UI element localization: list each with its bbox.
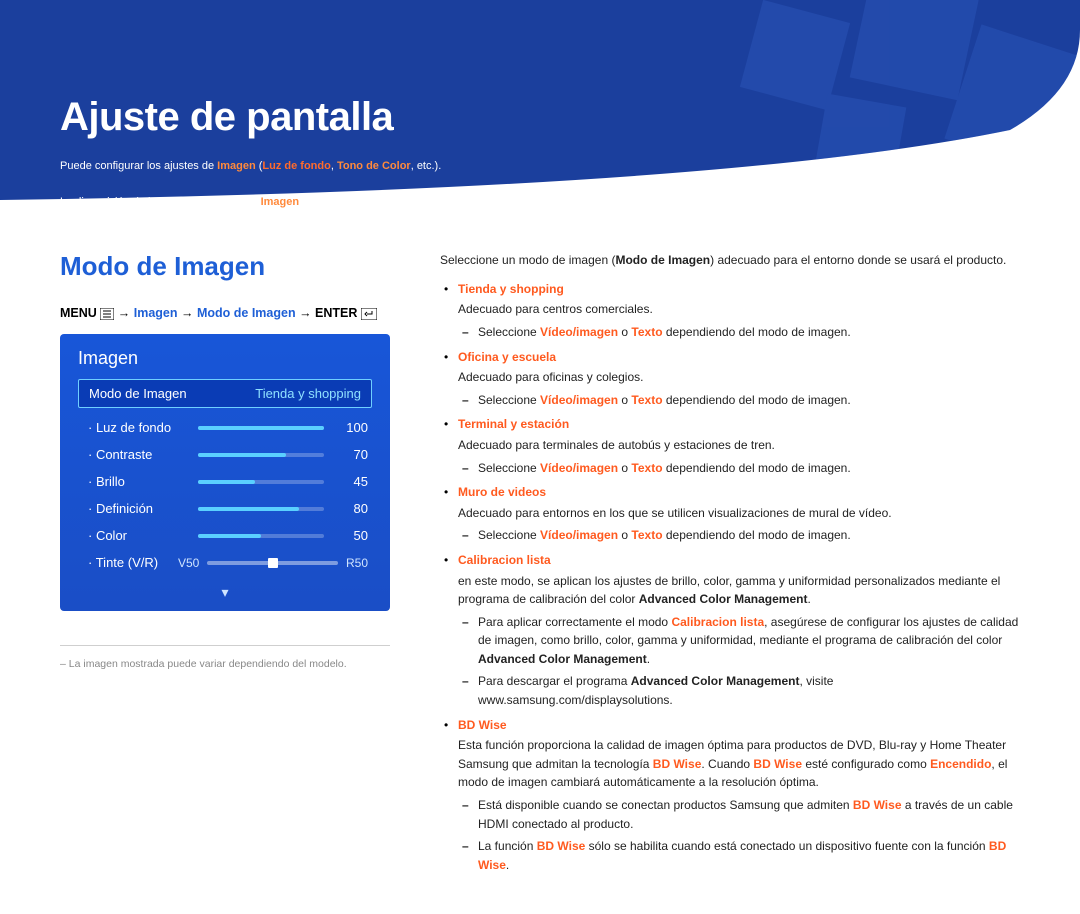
menu-path: MENU → Imagen → Modo de Imagen → ENTER (60, 306, 390, 320)
intro-text: Seleccione un modo de imagen (Modo de Im… (440, 251, 1020, 270)
separator (60, 645, 390, 646)
osd-slider-row[interactable]: · Contraste70 (78, 441, 372, 468)
mode-name: BD Wise (458, 716, 1020, 735)
menu-icon (100, 308, 114, 320)
mode-sub-item: Para descargar el programa Advanced Colo… (458, 672, 1020, 709)
osd-title: Imagen (78, 348, 372, 369)
mode-item: Calibracion lista en este modo, se aplica… (440, 551, 1020, 710)
osd-scroll-down-icon[interactable]: ▾ (78, 576, 372, 601)
mode-sub-item: Seleccione Vídeo/imagen o Texto dependie… (458, 391, 1020, 410)
mode-item: Oficina y escuelaAdecuado para oficinas … (440, 348, 1020, 410)
mode-desc: Adecuado para centros comerciales. (458, 300, 1020, 319)
osd-slider-row[interactable]: · Definición80 (78, 495, 372, 522)
mode-desc: en este modo, se aplican los ajustes de … (458, 572, 1020, 609)
mode-name: Calibracion lista (458, 551, 1020, 570)
section-title: Modo de Imagen (60, 251, 390, 282)
osd-selected-label: Modo de Imagen (89, 386, 187, 401)
mode-item: Terminal y estación Adecuado para termina… (440, 415, 1020, 477)
mode-name: Muro de videos (458, 483, 1020, 502)
mode-sub-item: Seleccione Vídeo/imagen o Texto dependie… (458, 526, 1020, 545)
osd-slider-row[interactable]: · Brillo45 (78, 468, 372, 495)
page-title: Ajuste de pantalla (60, 95, 1020, 140)
mode-sub-item: Para aplicar correctamente el modo Calib… (458, 613, 1020, 669)
mode-name: Terminal y estación (458, 415, 1020, 434)
enter-icon (361, 308, 377, 320)
mode-sub-item: Está disponible cuando se conectan produ… (458, 796, 1020, 833)
mode-item: Tienda y shoppingAdecuado para centros c… (440, 280, 1020, 342)
osd-selected-row[interactable]: Modo de Imagen Tienda y shopping (78, 379, 372, 408)
mode-name: Oficina y escuela (458, 348, 1020, 367)
osd-slider-row[interactable]: · Color50 (78, 522, 372, 549)
mode-sub-item: Seleccione Vídeo/imagen o Texto dependie… (458, 323, 1020, 342)
mode-desc: Adecuado para entornos en los que se uti… (458, 504, 1020, 523)
mode-sub-item: La función BD Wise sólo se habilita cuan… (458, 837, 1020, 874)
content-column: Seleccione un modo de imagen (Modo de Im… (440, 251, 1020, 874)
mode-desc: Adecuado para oficinas y colegios. (458, 368, 1020, 387)
osd-selected-value: Tienda y shopping (255, 386, 361, 401)
mode-name: Tienda y shopping (458, 280, 1020, 299)
osd-panel: Imagen Modo de Imagen Tienda y shopping … (60, 334, 390, 611)
mode-item: BD WiseEsta función proporciona la calid… (440, 716, 1020, 875)
hero-desc-1: Puede configurar los ajustes de Imagen (… (60, 158, 1020, 176)
footnote: – La imagen mostrada puede variar depend… (60, 658, 390, 670)
mode-item: Muro de videos Adecuado para entornos en … (440, 483, 1020, 545)
mode-desc: Esta función proporciona la calidad de i… (458, 736, 1020, 792)
mode-sub-item: Seleccione Vídeo/imagen o Texto dependie… (458, 459, 1020, 478)
mode-desc: Adecuado para terminales de autobús y es… (458, 436, 1020, 455)
osd-slider-row[interactable]: · Luz de fondo100 (78, 414, 372, 441)
hero-desc-2: La disposición de las opciones del menú … (60, 194, 1020, 212)
osd-tint-row[interactable]: · Tinte (V/R) V50 R50 (78, 549, 372, 576)
